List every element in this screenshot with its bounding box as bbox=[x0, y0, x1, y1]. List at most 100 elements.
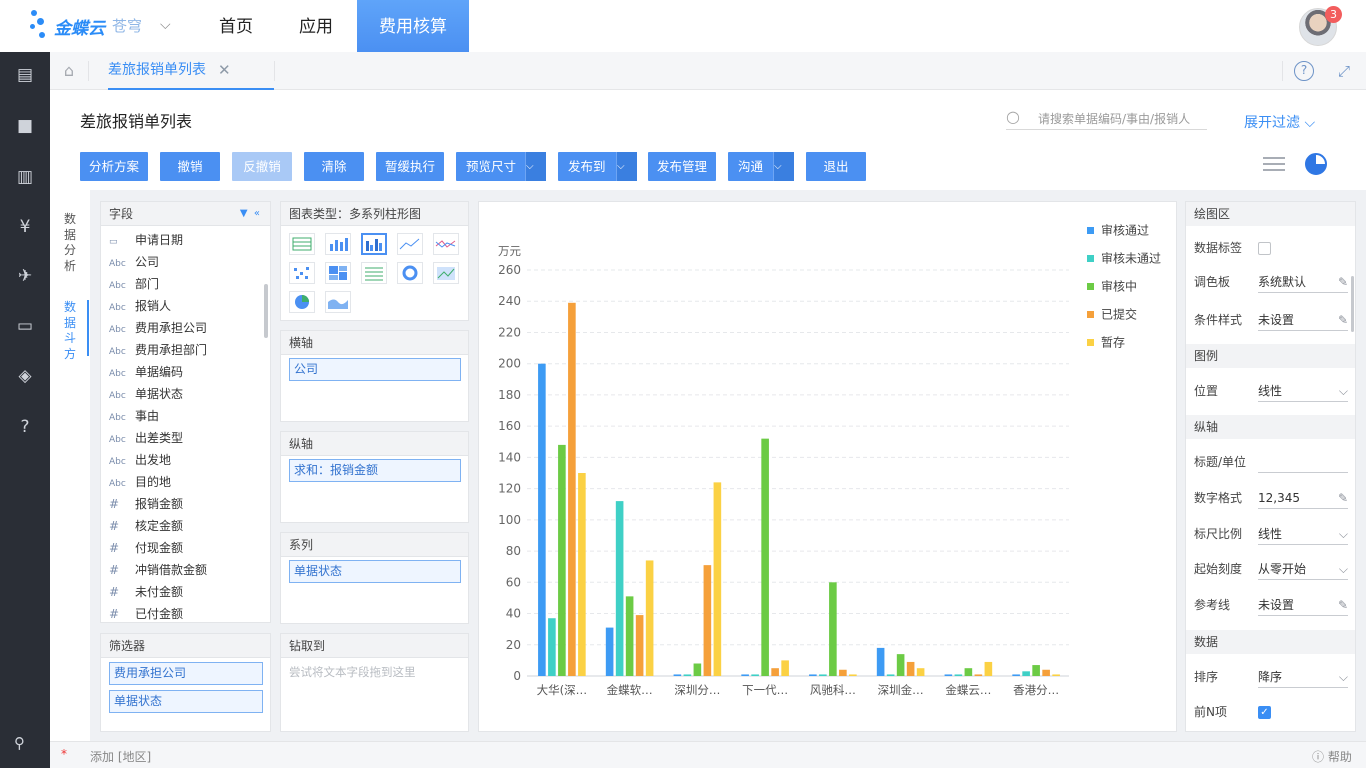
expand-filter-button[interactable]: 展开过滤 ⌵ bbox=[1244, 112, 1315, 132]
chevron-down-icon[interactable]: ⌵ bbox=[525, 152, 546, 181]
series-field[interactable]: 单据状态 bbox=[289, 560, 461, 583]
top-n-checkbox[interactable]: ✓ bbox=[1258, 706, 1271, 719]
sort-select[interactable]: 降序 ⌵ bbox=[1258, 668, 1348, 688]
help-icon[interactable]: ? bbox=[1294, 61, 1314, 81]
tab-travel-expense-list[interactable]: 差旅报销单列表 ✕ bbox=[108, 52, 274, 90]
ring-chart-icon[interactable] bbox=[397, 262, 423, 284]
field-item[interactable]: Abc 单据编码 bbox=[109, 361, 183, 383]
field-item[interactable]: Abc 单据状态 bbox=[109, 383, 183, 405]
currency-icon[interactable]: ¥ bbox=[14, 216, 36, 238]
filter-item[interactable]: 单据状态 bbox=[109, 690, 263, 713]
bar-chart[interactable]: 万元 0 20 40 60 80 100 120 140 160 180 200 220 240 260 大华… bbox=[479, 202, 1176, 731]
analysis-scheme-button[interactable]: 分析方案 bbox=[80, 152, 148, 181]
palette-field[interactable]: 系统默认 ✎ bbox=[1258, 273, 1348, 293]
field-item[interactable]: # 未付金额 bbox=[109, 581, 183, 603]
title-unit-input[interactable] bbox=[1258, 453, 1348, 473]
home-icon[interactable]: ⌂ bbox=[50, 52, 88, 90]
add-region-button[interactable]: 添加 [地区] bbox=[90, 748, 151, 765]
exit-button[interactable]: 退出 bbox=[806, 152, 866, 181]
chevron-down-icon[interactable]: ⌵ bbox=[160, 17, 171, 33]
condition-style-field[interactable]: 未设置 ✎ bbox=[1258, 311, 1348, 331]
field-item[interactable]: Abc 部门 bbox=[109, 273, 159, 295]
field-item[interactable]: Abc 事由 bbox=[109, 405, 159, 427]
chevron-down-icon[interactable]: ⌵ bbox=[616, 152, 637, 181]
field-item[interactable]: # 冲销借款金额 bbox=[109, 559, 207, 581]
field-item[interactable]: Abc 目的地 bbox=[109, 471, 171, 493]
field-item[interactable]: Abc 出差类型 bbox=[109, 427, 183, 449]
publish-to-button[interactable]: 发布到 ⌵ bbox=[558, 152, 637, 181]
area-chart-icon[interactable] bbox=[325, 291, 351, 313]
field-item[interactable]: Abc 公司 bbox=[109, 251, 159, 273]
field-item[interactable]: # 付现金额 bbox=[109, 537, 183, 559]
briefcase-icon[interactable]: ■ bbox=[14, 115, 36, 137]
fullscreen-icon[interactable]: ⤢ bbox=[1334, 61, 1354, 81]
scrollbar[interactable] bbox=[264, 284, 268, 338]
field-item[interactable]: # 报销金额 bbox=[109, 493, 183, 515]
filter-item[interactable]: 费用承担公司 bbox=[109, 662, 263, 685]
document-icon[interactable]: ▤ bbox=[14, 64, 36, 86]
treemap-chart-icon[interactable] bbox=[325, 262, 351, 284]
table-chart-icon[interactable] bbox=[289, 233, 315, 255]
multi-bar-chart-icon[interactable] bbox=[361, 233, 387, 255]
map-chart-icon[interactable] bbox=[433, 262, 459, 284]
side-tab-data-analysis[interactable]: 数据分析 bbox=[62, 212, 78, 274]
field-item[interactable]: # 核定金额 bbox=[109, 515, 183, 537]
publish-manage-button[interactable]: 发布管理 bbox=[648, 152, 716, 181]
y-tick-label: 220 bbox=[498, 325, 521, 339]
reference-line-row: 参考线 未设置 ✎ bbox=[1194, 591, 1350, 619]
legend-position-select[interactable]: 线性 ⌵ bbox=[1258, 382, 1348, 402]
reference-line-field[interactable]: 未设置 ✎ bbox=[1258, 596, 1348, 616]
bar-chart-icon[interactable] bbox=[325, 233, 351, 255]
scrollbar[interactable] bbox=[1351, 276, 1354, 332]
layers-icon[interactable]: ◈ bbox=[14, 365, 36, 387]
side-tab-data-cube[interactable]: 数据斗方 bbox=[62, 300, 78, 362]
nav-apps[interactable]: 应用 bbox=[285, 0, 347, 52]
y-axis-field[interactable]: 求和：报销金额 bbox=[289, 459, 461, 482]
help-circle-icon[interactable]: ? bbox=[14, 416, 36, 438]
bar bbox=[538, 363, 546, 676]
edit-icon[interactable]: ✎ bbox=[1338, 596, 1348, 614]
edit-icon[interactable]: ✎ bbox=[1338, 489, 1348, 507]
nav-expense-accounting[interactable]: 费用核算 bbox=[357, 0, 469, 52]
x-axis-field[interactable]: 公司 bbox=[289, 358, 461, 381]
edit-icon[interactable]: ✎ bbox=[1338, 273, 1348, 291]
field-item[interactable]: Abc 费用承担公司 bbox=[109, 317, 207, 339]
chevron-down-icon: ⌵ bbox=[1338, 670, 1348, 684]
help-link[interactable]: ⓘ 帮助 bbox=[1312, 748, 1352, 765]
airplane-icon[interactable]: ✈ bbox=[14, 265, 36, 287]
field-item[interactable]: # 已付金额 bbox=[109, 603, 183, 625]
edit-icon[interactable]: ✎ bbox=[1338, 311, 1348, 329]
chevron-down-icon[interactable]: ⌵ bbox=[773, 152, 794, 181]
chart-view-icon[interactable] bbox=[1305, 153, 1327, 175]
start-scale-select[interactable]: 从零开始 ⌵ bbox=[1258, 560, 1348, 580]
bar bbox=[703, 565, 712, 676]
undo-button[interactable]: 撤销 bbox=[160, 152, 220, 181]
number-format-field[interactable]: 12,345 ✎ bbox=[1258, 489, 1348, 509]
unundo-button[interactable]: 反撤销 bbox=[232, 152, 292, 181]
report-icon[interactable]: ▥ bbox=[14, 166, 36, 188]
pin-icon[interactable]: ⚲ bbox=[14, 734, 25, 752]
close-icon[interactable]: ✕ bbox=[218, 52, 231, 88]
pie-chart-icon[interactable] bbox=[289, 291, 315, 313]
suspend-button[interactable]: 暂缓执行 bbox=[376, 152, 444, 181]
card-icon[interactable]: ▭ bbox=[14, 315, 36, 337]
list-chart-icon[interactable] bbox=[361, 262, 387, 284]
data-label-checkbox[interactable] bbox=[1258, 242, 1271, 255]
field-item[interactable]: ▭ 申请日期 bbox=[109, 229, 183, 251]
scatter-chart-icon[interactable] bbox=[289, 262, 315, 284]
clear-button[interactable]: 清除 bbox=[304, 152, 364, 181]
communicate-button[interactable]: 沟通 ⌵ bbox=[728, 152, 794, 181]
field-item[interactable]: Abc 费用承担部门 bbox=[109, 339, 207, 361]
legend-swatch bbox=[1087, 339, 1094, 346]
scale-select[interactable]: 线性 ⌵ bbox=[1258, 525, 1348, 545]
field-item[interactable]: Abc 报销人 bbox=[109, 295, 171, 317]
collapse-icon[interactable]: ▼ « bbox=[240, 202, 260, 226]
field-item[interactable]: Abc 出发地 bbox=[109, 449, 171, 471]
line-chart-icon[interactable] bbox=[397, 233, 423, 255]
search-input[interactable]: ○ 请搜索单据编码/事由/报销人 bbox=[1006, 104, 1207, 130]
list-view-icon[interactable] bbox=[1263, 153, 1285, 175]
preview-size-button[interactable]: 预览尺寸 ⌵ bbox=[456, 152, 546, 181]
multi-line-chart-icon[interactable] bbox=[433, 233, 459, 255]
nav-home[interactable]: 首页 bbox=[205, 0, 267, 52]
app-logo[interactable]: 金蝶云 苍穹 ⌵ bbox=[28, 8, 188, 44]
